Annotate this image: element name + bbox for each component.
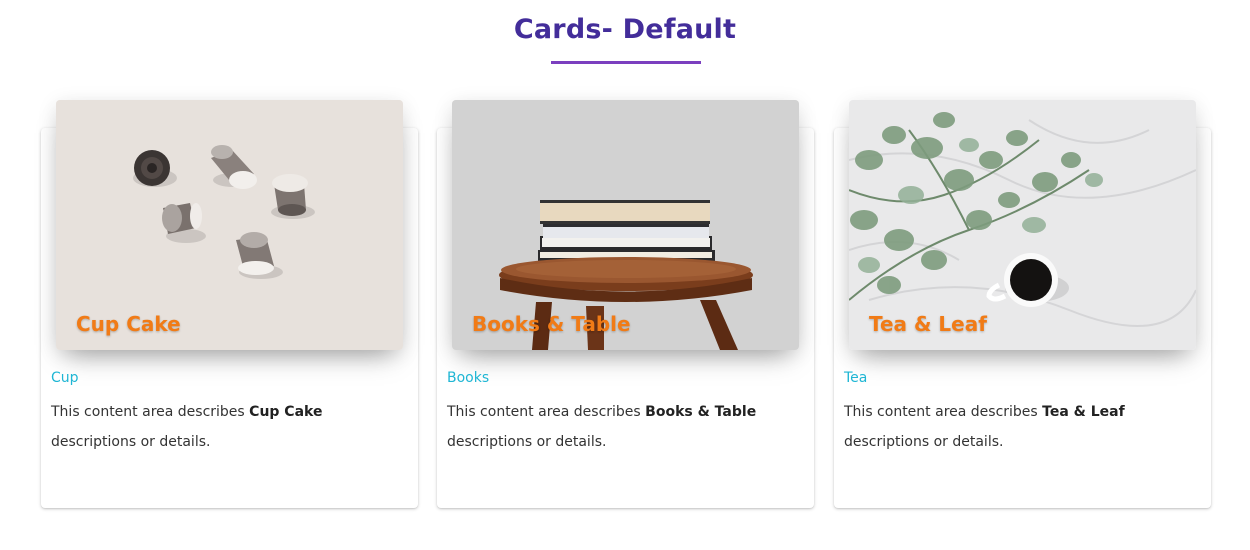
card-category: Books <box>447 370 490 386</box>
card-description: This content area describes Cup Cake des… <box>51 397 401 457</box>
card-image-books-table[interactable]: Books & Table <box>452 100 799 350</box>
description-text: This content area describes <box>844 404 1043 420</box>
card-category: Tea <box>844 370 868 386</box>
description-text: This content area describes <box>51 404 250 420</box>
description-text: This content area describes <box>447 404 646 420</box>
description-text: descriptions or details. <box>844 434 1004 450</box>
description-highlight: Cup Cake <box>249 404 323 420</box>
capsule-3 <box>162 203 206 243</box>
card-category: Cup <box>51 370 79 386</box>
card-tea-leaf[interactable]: Tea & Leaf Tea This content area describ… <box>834 100 1211 508</box>
description-highlight: Books & Table <box>645 404 757 420</box>
description-text: descriptions or details. <box>51 434 211 450</box>
card-title: Books & Table <box>472 312 631 336</box>
page-title: Cards- Default <box>513 14 737 45</box>
card-title: Cup Cake <box>76 312 181 336</box>
title-underline <box>551 61 701 64</box>
card-description: This content area describes Tea & Leaf d… <box>844 397 1194 457</box>
card-image-cup-cake[interactable]: Cup Cake <box>56 100 403 350</box>
card-title: Tea & Leaf <box>869 312 987 336</box>
card-cup-cake[interactable]: Cup Cake Cup This content area describes… <box>41 100 418 508</box>
card-books-table[interactable]: Books & Table Books This content area de… <box>437 100 814 508</box>
card-image-tea-leaf[interactable]: Tea & Leaf <box>849 100 1196 350</box>
book-stack <box>538 200 715 264</box>
description-text: descriptions or details. <box>447 434 607 450</box>
description-highlight: Tea & Leaf <box>1042 404 1125 420</box>
card-description: This content area describes Books & Tabl… <box>447 397 797 457</box>
